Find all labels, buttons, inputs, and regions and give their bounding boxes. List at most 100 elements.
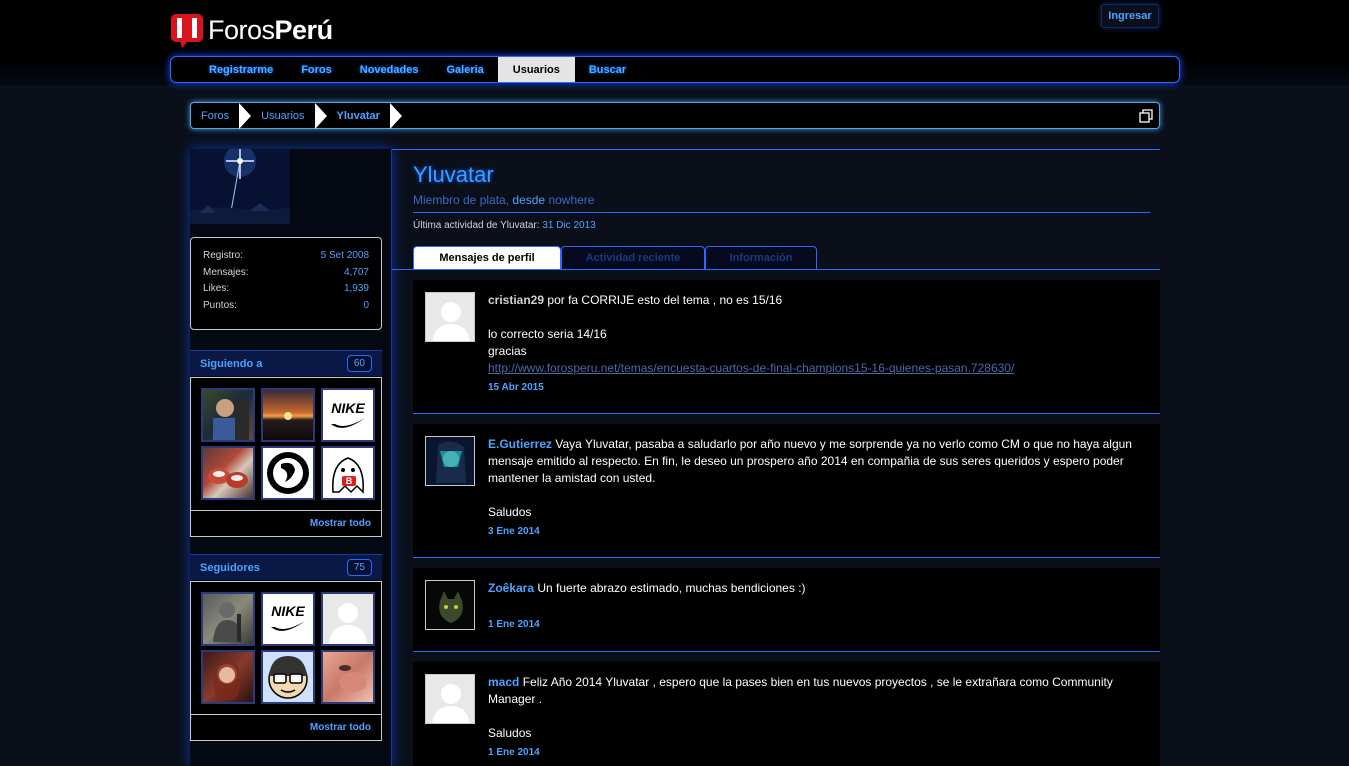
post-date[interactable]: 1 Ene 2014 xyxy=(488,616,1152,633)
svg-text:B: B xyxy=(346,476,353,486)
profile-desde: desde xyxy=(512,193,546,207)
post-text: Vaya Yluvatar, pasaba a saludarlo por añ… xyxy=(488,437,1132,485)
site-header: ForosPerú Ingresar Registrarme Foros Nov… xyxy=(0,0,1349,85)
breadcrumb-label: Foros xyxy=(201,109,230,122)
nav-buscar[interactable]: Buscar xyxy=(575,57,640,82)
post-text: Saludos xyxy=(488,726,532,740)
profile-name: Yluvatar xyxy=(413,162,494,187)
followers-title[interactable]: Seguidores xyxy=(200,562,260,574)
profile-post: Zoêkara Un fuerte abrazo estimado, mucha… xyxy=(413,568,1160,652)
post-avatar-default[interactable] xyxy=(425,674,475,724)
follower-avatar-default[interactable] xyxy=(321,592,375,646)
follower-avatar[interactable] xyxy=(321,650,375,704)
breadcrumb-arrow-icon xyxy=(389,102,402,129)
post-body: E.Gutierrez Vaya Yluvatar, pasaba a salu… xyxy=(488,436,1152,540)
logo-speech-bubble-icon xyxy=(170,13,204,48)
post-text: por fa CORRIJE esto del tema , no es 15/… xyxy=(547,293,783,307)
followers-header: Seguidores 75 xyxy=(190,554,382,580)
followers-show-all-link[interactable]: Mostrar todo xyxy=(191,714,381,740)
post-body: cristian29 por fa CORRIJE esto del tema … xyxy=(488,292,1152,396)
stat-label: Puntos: xyxy=(203,299,237,311)
profile-rank: Miembro de plata, xyxy=(413,193,510,207)
logo-text: ForosPerú xyxy=(208,14,333,45)
following-avatar[interactable] xyxy=(201,388,255,442)
site-logo[interactable]: ForosPerú xyxy=(170,12,333,48)
following-avatar-nike[interactable]: NIKE xyxy=(321,388,375,442)
following-header: Siguiendo a 60 xyxy=(190,350,382,376)
post-text: Un fuerte abrazo estimado, muchas bendic… xyxy=(537,581,806,595)
stat-label: Likes: xyxy=(203,283,230,294)
post-author[interactable]: macd xyxy=(488,675,519,689)
follower-avatar[interactable] xyxy=(261,650,315,704)
tab-informacion[interactable]: Información xyxy=(705,246,817,269)
following-avatar[interactable] xyxy=(261,388,315,442)
profile-location[interactable]: nowhere xyxy=(548,193,594,207)
last-activity-date: 31 Dic 2013 xyxy=(542,220,596,231)
login-button[interactable]: Ingresar xyxy=(1101,4,1159,28)
post-body: macd Feliz Año 2014 Yluvatar , espero qu… xyxy=(488,674,1152,761)
breadcrumb-arrow-icon xyxy=(239,102,252,129)
post-link[interactable]: http://www.forosperu.net/temas/encuesta-… xyxy=(488,361,1014,375)
follower-avatar-nike[interactable]: NIKE xyxy=(261,592,315,646)
following-count-badge: 60 xyxy=(346,355,372,372)
post-date[interactable]: 15 Abr 2015 xyxy=(488,379,1152,396)
breadcrumb-label: Yluvatar xyxy=(336,109,380,122)
nav-registrarme[interactable]: Registrarme xyxy=(195,57,287,82)
following-avatar[interactable]: B xyxy=(321,446,375,500)
svg-text:NIKE: NIKE xyxy=(331,400,365,416)
post-date[interactable]: 1 Ene 2014 xyxy=(488,744,1152,761)
follower-avatar[interactable] xyxy=(201,650,255,704)
tab-mensajes-de-perfil[interactable]: Mensajes de perfil xyxy=(413,246,561,269)
post-text: Feliz Año 2014 Yluvatar , espero que la … xyxy=(488,675,1113,706)
profile-tabs: Mensajes de perfil Actividad reciente In… xyxy=(413,246,817,269)
post-avatar[interactable] xyxy=(425,580,475,630)
svg-text:NIKE: NIKE xyxy=(271,603,305,619)
stat-value[interactable]: 0 xyxy=(363,300,369,317)
followers-list: NIKE Mostrar todo xyxy=(190,581,382,741)
post-avatar-default[interactable] xyxy=(425,292,475,342)
followers-count-badge: 75 xyxy=(346,559,372,576)
following-show-all-link[interactable]: Mostrar todo xyxy=(191,510,381,536)
stat-value[interactable]: 5 Set 2008 xyxy=(321,250,369,267)
last-activity: Última actividad de Yluvatar: 31 Dic 201… xyxy=(413,220,596,231)
stat-mensajes: Mensajes: 4,707 xyxy=(203,267,369,284)
profile-post: cristian29 por fa CORRIJE esto del tema … xyxy=(413,280,1160,414)
follower-avatar[interactable] xyxy=(201,592,255,646)
stat-likes: Likes: 1,939 xyxy=(203,283,369,300)
stat-value[interactable]: 4,707 xyxy=(344,267,369,284)
nav-galeria[interactable]: Galeria xyxy=(432,57,497,82)
nav-novedades[interactable]: Novedades xyxy=(346,57,433,82)
last-activity-label: Última actividad de Yluvatar: xyxy=(413,220,540,231)
profile-post: E.Gutierrez Vaya Yluvatar, pasaba a salu… xyxy=(413,424,1160,558)
profile-avatar[interactable] xyxy=(190,149,290,224)
tab-actividad-reciente[interactable]: Actividad reciente xyxy=(561,246,705,269)
breadcrumb-item-foros[interactable]: Foros xyxy=(191,102,252,129)
following-avatar[interactable] xyxy=(261,446,315,500)
post-author[interactable]: cristian29 xyxy=(488,293,544,307)
breadcrumb-item-usuarios[interactable]: Usuarios xyxy=(251,102,327,129)
post-text: Saludos xyxy=(488,505,532,519)
main-navigation: Registrarme Foros Novedades Galeria Usua… xyxy=(170,56,1180,83)
post-text: gracias xyxy=(488,344,527,358)
breadcrumb-arrow-icon xyxy=(314,102,327,129)
breadcrumb-item-yluvatar[interactable]: Yluvatar xyxy=(327,102,402,129)
nav-usuarios[interactable]: Usuarios xyxy=(497,57,575,82)
nav-foros[interactable]: Foros xyxy=(287,57,346,82)
stat-registro: Registro: 5 Set 2008 xyxy=(203,250,369,267)
post-author[interactable]: Zoêkara xyxy=(488,581,534,595)
breadcrumb: Foros Usuarios Yluvatar xyxy=(190,102,1160,129)
following-list: NIKE B Mostrar todo xyxy=(190,377,382,537)
stat-value[interactable]: 1,939 xyxy=(344,283,369,300)
profile-divider xyxy=(413,212,1150,213)
post-date[interactable]: 3 Ene 2014 xyxy=(488,523,1152,540)
post-avatar[interactable] xyxy=(425,436,475,486)
post-author[interactable]: E.Gutierrez xyxy=(488,437,552,451)
profile-sidebar: Registro: 5 Set 2008 Mensajes: 4,707 Likes… xyxy=(190,149,392,766)
following-avatar[interactable] xyxy=(201,446,255,500)
stat-label: Registro: xyxy=(203,250,244,261)
tabs-underline xyxy=(392,269,1160,270)
expand-window-icon[interactable] xyxy=(1139,109,1153,123)
post-text: lo correcto seria 14/16 xyxy=(488,327,607,341)
breadcrumb-label: Usuarios xyxy=(261,109,305,122)
following-title[interactable]: Siguiendo a xyxy=(200,358,262,370)
